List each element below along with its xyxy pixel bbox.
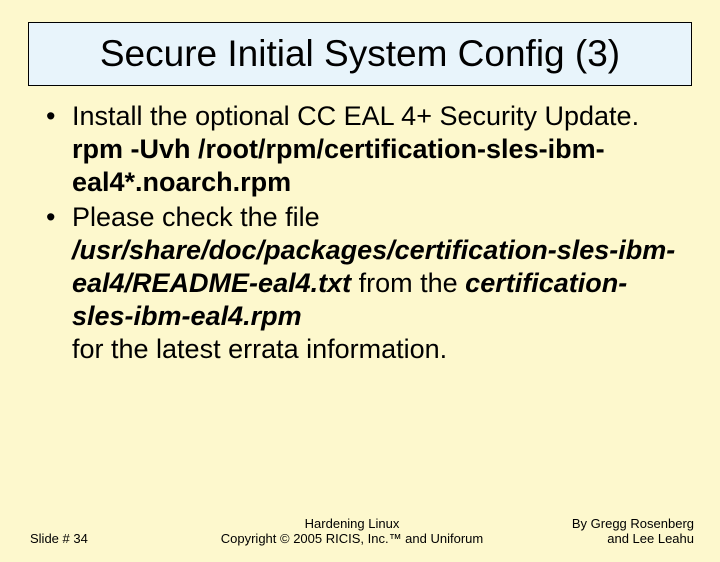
slide-title: Secure Initial System Config (3) xyxy=(37,33,683,75)
bullet-item: Install the optional CC EAL 4+ Security … xyxy=(44,100,680,199)
bullet-text: Install the optional CC EAL 4+ Security … xyxy=(72,101,639,131)
footer-copyright: Copyright © 2005 RICIS, Inc.™ and Unifor… xyxy=(221,531,483,546)
bullet-item: Please check the file /usr/share/doc/pac… xyxy=(44,201,680,366)
command-text: rpm -Uvh /root/rpm/certification-sles-ib… xyxy=(72,134,605,197)
bullet-text: from the xyxy=(359,268,466,298)
slide-title-box: Secure Initial System Config (3) xyxy=(28,22,692,86)
slide-number: Slide # 34 xyxy=(30,531,180,546)
bullet-text: Please check the file xyxy=(72,202,320,232)
footer-authors: By Gregg Rosenberg and Lee Leahu xyxy=(524,516,694,546)
slide-footer: Slide # 34 Hardening Linux Copyright © 2… xyxy=(0,516,720,546)
footer-center: Hardening Linux Copyright © 2005 RICIS, … xyxy=(180,516,524,546)
slide-content: Install the optional CC EAL 4+ Security … xyxy=(44,100,680,366)
bullet-text: for the latest errata information. xyxy=(72,334,447,364)
footer-title: Hardening Linux xyxy=(305,516,400,531)
bullet-list: Install the optional CC EAL 4+ Security … xyxy=(44,100,680,366)
author-line: By Gregg Rosenberg xyxy=(572,516,694,531)
author-line: and Lee Leahu xyxy=(607,531,694,546)
